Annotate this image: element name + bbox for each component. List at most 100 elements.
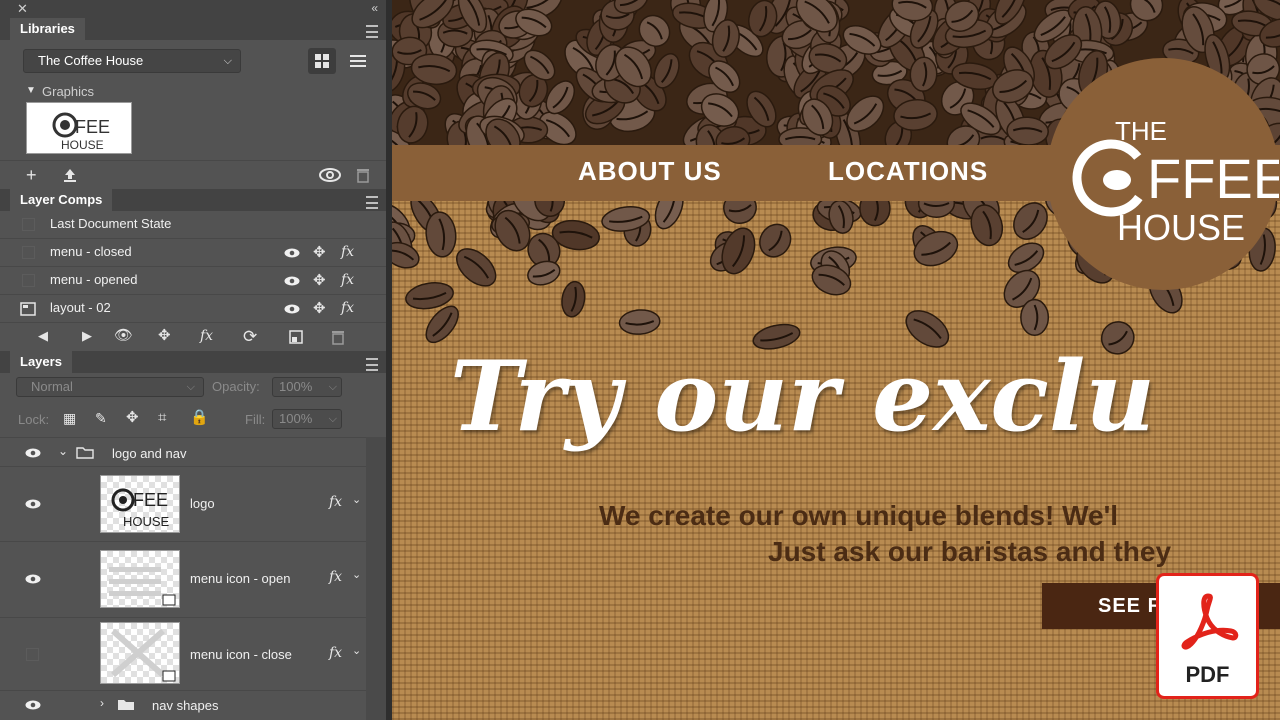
list-view-button[interactable] xyxy=(344,48,372,74)
hero-headline: Try our exclu xyxy=(450,340,1156,453)
fx-icon[interactable]: fx xyxy=(329,494,342,510)
layer-name: menu icon - close xyxy=(190,647,292,662)
layer-comp-row[interactable]: menu - closed ✥ fx xyxy=(0,239,386,267)
visibility-eye-icon[interactable] xyxy=(284,276,300,286)
layer-group-row[interactable]: › nav shapes xyxy=(0,691,386,720)
fx-icon[interactable]: fx xyxy=(341,300,354,316)
tab-layers[interactable]: Layers xyxy=(10,351,72,373)
visibility-eye-icon[interactable] xyxy=(284,304,300,314)
coffee-house-logo-thumbnail: FEE HOUSE xyxy=(52,112,110,152)
layers-menu-icon[interactable] xyxy=(366,358,378,371)
comp-apply-box[interactable] xyxy=(22,246,35,259)
chevron-down-icon: ⌵ xyxy=(186,381,195,393)
close-icon[interactable]: ✕ xyxy=(17,1,28,17)
fx-icon[interactable]: fx xyxy=(341,272,354,288)
comp-name: Last Document State xyxy=(50,216,172,231)
layer-comp-row[interactable]: Last Document State xyxy=(0,211,386,239)
menu-open-thumbnail xyxy=(109,567,176,606)
new-comp-icon[interactable] xyxy=(289,330,303,344)
chevron-down-icon[interactable]: ⌄ xyxy=(352,646,361,657)
upload-icon[interactable] xyxy=(62,167,78,183)
next-comp-icon[interactable]: ▶ xyxy=(82,329,92,342)
move-icon[interactable]: ✥ xyxy=(313,245,326,260)
layer-comp-row[interactable]: layout - 02 ✥ fx xyxy=(0,295,386,323)
chevron-down-icon[interactable]: ⌄ xyxy=(352,495,361,506)
fx-icon[interactable]: fx xyxy=(329,645,342,661)
refresh-icon[interactable]: ⟳ xyxy=(243,328,257,345)
chevron-down-icon: ⌵ xyxy=(328,413,337,425)
libraries-menu-icon[interactable] xyxy=(366,25,378,38)
visibility-eye-icon[interactable] xyxy=(25,499,41,509)
grid-icon xyxy=(315,54,329,68)
comp-apply-box[interactable] xyxy=(22,218,35,231)
menu-close-thumbnail xyxy=(111,628,176,682)
visibility-eye-icon[interactable] xyxy=(25,448,41,458)
lock-pixels-icon[interactable]: ✎ xyxy=(95,411,107,425)
layer-thumbnail-logo: FEE HOUSE xyxy=(100,475,180,533)
library-select[interactable]: The Coffee House ⌵ xyxy=(23,49,241,73)
opacity-field[interactable]: 100% ⌵ xyxy=(272,377,342,397)
blend-mode-value: Normal xyxy=(31,379,73,394)
creative-cloud-icon[interactable] xyxy=(318,168,342,182)
lock-all-icon[interactable]: 🔒 xyxy=(190,410,209,425)
add-icon[interactable]: + xyxy=(26,166,37,184)
fx-icon[interactable]: fx xyxy=(341,244,354,260)
visibility-eye-icon[interactable] xyxy=(25,574,41,584)
fx-icon[interactable]: fx xyxy=(329,569,342,585)
trash-icon[interactable] xyxy=(356,167,370,183)
layer-comp-icon[interactable] xyxy=(20,301,36,317)
visibility-toggle-empty[interactable] xyxy=(26,648,39,661)
layer-comp-row[interactable]: menu - opened ✥ fx xyxy=(0,267,386,295)
layer-comps-menu-icon[interactable] xyxy=(366,196,378,209)
layer-row[interactable]: menu icon - open fx ⌄ xyxy=(0,542,386,618)
tab-layer-comps[interactable]: Layer Comps xyxy=(10,189,113,211)
update-visibility-icon[interactable]: 👁 xyxy=(114,328,133,343)
section-graphics-label: Graphics xyxy=(42,84,95,99)
collapse-icon[interactable]: « xyxy=(371,1,378,15)
visibility-eye-icon[interactable] xyxy=(284,248,300,258)
previous-comp-icon[interactable]: ◀ xyxy=(38,329,48,342)
svg-text:HOUSE: HOUSE xyxy=(61,138,104,152)
graphic-thumbnail-logo[interactable]: FEE HOUSE xyxy=(26,102,132,154)
adobe-acrobat-icon xyxy=(1181,593,1239,650)
libraries-footer: + xyxy=(0,160,386,189)
layer-row[interactable]: menu icon - close fx ⌄ xyxy=(0,618,386,691)
layer-row[interactable]: FEE HOUSE logo fx ⌄ xyxy=(0,467,386,542)
layer-group-row[interactable]: ⌄ logo and nav xyxy=(0,437,386,467)
nav-link-locations[interactable]: LOCATIONS xyxy=(828,156,988,187)
blend-mode-select[interactable]: Normal ⌵ xyxy=(16,377,204,397)
hero-subtext-line-1: We create our own unique blends! We'l xyxy=(599,500,1119,531)
chevron-down-icon[interactable]: ⌄ xyxy=(58,445,68,457)
chevron-right-icon[interactable]: › xyxy=(100,697,104,709)
folder-icon xyxy=(76,447,94,459)
update-position-icon[interactable]: ✥ xyxy=(158,328,171,343)
trash-icon[interactable] xyxy=(331,329,345,345)
coffee-logo-thumbnail: FEE HOUSE xyxy=(111,488,170,529)
lock-position-icon[interactable]: ✥ xyxy=(126,410,139,425)
lock-artboard-icon[interactable]: ⌗ xyxy=(158,410,166,425)
photoshop-panel-dock: ✕ « Libraries The Coffee House ⌵ ▼ Graph… xyxy=(0,0,386,720)
pdf-label: PDF xyxy=(1185,662,1230,687)
chevron-down-icon[interactable]: ⌄ xyxy=(352,570,361,581)
logo-badge[interactable]: THE FFEE HOUSE xyxy=(1047,58,1280,290)
grid-view-button[interactable] xyxy=(308,48,336,74)
fill-field[interactable]: 100% ⌵ xyxy=(272,409,342,429)
move-icon[interactable]: ✥ xyxy=(313,273,326,288)
update-appearance-icon[interactable]: fx xyxy=(200,328,213,344)
tab-libraries[interactable]: Libraries xyxy=(10,18,85,40)
logo-line-3: HOUSE xyxy=(1117,207,1245,248)
move-icon[interactable]: ✥ xyxy=(313,301,326,316)
nav-link-about-us[interactable]: ABOUT US xyxy=(578,156,722,187)
list-icon xyxy=(350,55,366,67)
comp-apply-box[interactable] xyxy=(22,274,35,287)
disclosure-triangle-icon[interactable]: ▼ xyxy=(26,86,36,96)
layers-scrollbar[interactable] xyxy=(366,437,386,720)
panel-dock-header: ✕ « xyxy=(0,0,386,18)
chevron-down-icon: ⌵ xyxy=(328,381,337,393)
visibility-eye-icon[interactable] xyxy=(25,700,41,710)
svg-text:HOUSE: HOUSE xyxy=(123,514,170,529)
layer-name: menu icon - open xyxy=(190,571,291,586)
document-canvas[interactable]: ABOUT US LOCATIONS THE FFEE HOUSE Try ou… xyxy=(392,0,1280,720)
pdf-badge[interactable]: PDF xyxy=(1156,573,1259,699)
lock-transparent-icon[interactable]: ▦ xyxy=(63,411,76,425)
